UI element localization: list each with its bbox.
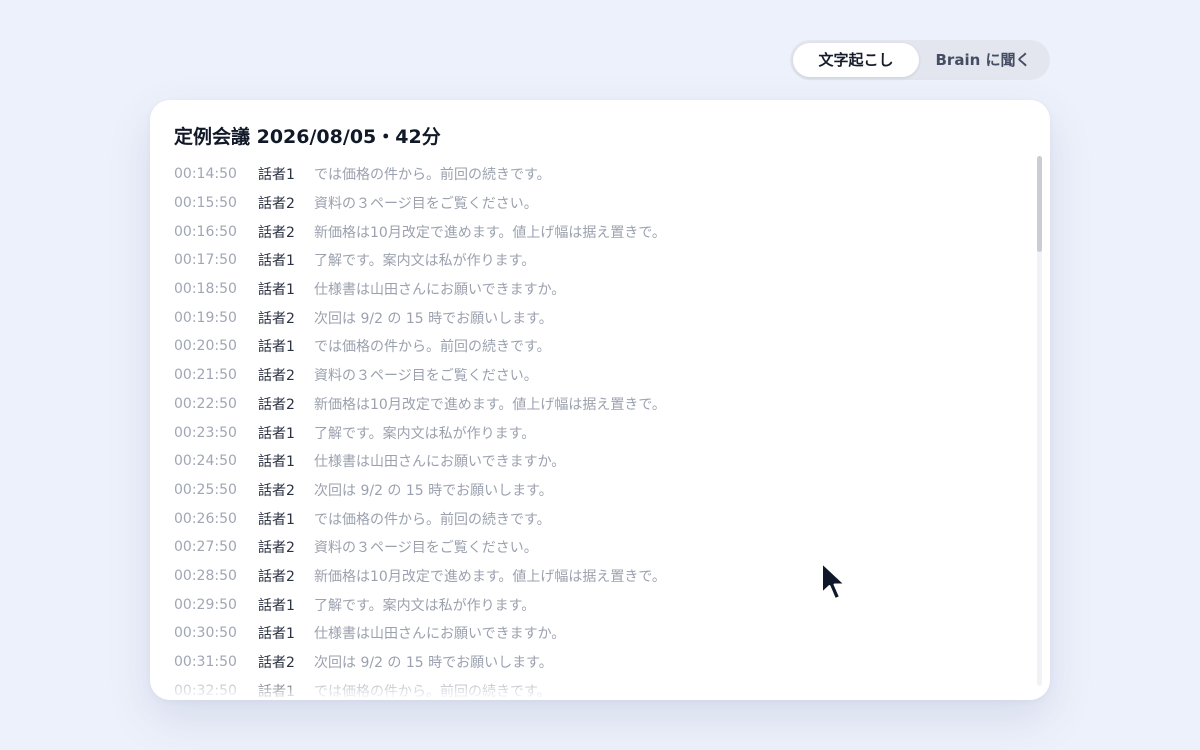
timestamp: 00:31:50 [174, 654, 237, 671]
utterance-text: 次回は 9/2 の 15 時でお願いします。 [314, 482, 553, 499]
timestamp: 00:15:50 [174, 195, 237, 212]
timestamp: 00:14:50 [174, 166, 237, 183]
speaker-label: 話者1 [258, 454, 295, 471]
scrollbar-thumb[interactable] [1037, 156, 1042, 252]
transcript-row: 00:32:50 話者1 では価格の件から。前回の続きです。 [174, 676, 1034, 700]
utterance-text: では価格の件から。前回の続きです。 [314, 339, 551, 356]
utterance-text: では価格の件から。前回の続きです。 [314, 167, 551, 184]
speaker-label: 話者2 [258, 655, 295, 672]
transcript-row: 00:23:50 話者1 了解です。案内文は私が作ります。 [174, 418, 1034, 447]
transcription-tab[interactable]: 文字起こし [793, 43, 919, 77]
speaker-label: 話者1 [258, 683, 295, 700]
timestamp: 00:16:50 [174, 223, 237, 240]
transcript-row: 00:29:50 話者1 了解です。案内文は私が作ります。 [174, 590, 1034, 619]
transcript-row: 00:21:50 話者2 資料の３ページ目をご覧ください。 [174, 361, 1034, 390]
utterance-text: 次回は 9/2 の 15 時でお願いします。 [314, 655, 553, 672]
speaker-label: 話者2 [258, 396, 295, 413]
speaker-label: 話者1 [258, 167, 295, 184]
transcript-row: 00:20:50 話者1 では価格の件から。前回の続きです。 [174, 332, 1034, 361]
utterance-text: 資料の３ページ目をご覧ください。 [314, 540, 538, 557]
timestamp: 00:29:50 [174, 596, 237, 613]
mouse-pointer-icon [821, 562, 846, 600]
transcript-row: 00:27:50 話者2 資料の３ページ目をご覧ください。 [174, 533, 1034, 562]
transcript-row: 00:15:50 話者2 資料の３ページ目をご覧ください。 [174, 189, 1034, 218]
transcript-row: 00:17:50 話者1 了解です。案内文は私が作ります。 [174, 246, 1034, 275]
speaker-label: 話者2 [258, 568, 295, 585]
utterance-text: 了解です。案内文は私が作ります。 [314, 425, 536, 442]
ask-brain-tab[interactable]: Brain に聞く [919, 43, 1047, 77]
transcript-row: 00:19:50 話者2 次回は 9/2 の 15 時でお願いします。 [174, 303, 1034, 332]
transcript-scrollbar[interactable] [1037, 156, 1042, 686]
transcript-row: 00:14:50 話者1 では価格の件から。前回の続きです。 [174, 160, 1034, 189]
timestamp: 00:27:50 [174, 539, 237, 556]
timestamp: 00:32:50 [174, 682, 237, 699]
utterance-text: 資料の３ページ目をご覧ください。 [314, 368, 538, 385]
utterance-text: 仕様書は山田さんにお願いできますか。 [314, 454, 566, 471]
transcript-row: 00:30:50 話者1 仕様書は山田さんにお願いできますか。 [174, 619, 1034, 648]
speaker-label: 話者2 [258, 196, 295, 213]
speaker-label: 話者1 [258, 597, 295, 614]
transcript-row: 00:31:50 話者2 次回は 9/2 の 15 時でお願いします。 [174, 648, 1034, 677]
transcript-row: 00:26:50 話者1 では価格の件から。前回の続きです。 [174, 504, 1034, 533]
view-toggle: 文字起こし Brain に聞く [790, 40, 1050, 80]
utterance-text: 新価格は10月改定で進めます。値上げ幅は据え置きで。 [314, 224, 666, 241]
meeting-title: 定例会議 2026/08/05・42分 [174, 126, 441, 148]
speaker-label: 話者1 [258, 626, 295, 643]
timestamp: 00:28:50 [174, 567, 237, 584]
speaker-label: 話者2 [258, 368, 295, 385]
transcript-row: 00:24:50 話者1 仕様書は山田さんにお願いできますか。 [174, 447, 1034, 476]
timestamp: 00:24:50 [174, 453, 237, 470]
transcript-row: 00:18:50 話者1 仕様書は山田さんにお願いできますか。 [174, 275, 1034, 304]
transcript-row: 00:25:50 話者2 次回は 9/2 の 15 時でお願いします。 [174, 476, 1034, 505]
timestamp: 00:19:50 [174, 309, 237, 326]
utterance-text: では価格の件から。前回の続きです。 [314, 683, 551, 700]
speaker-label: 話者2 [258, 540, 295, 557]
utterance-text: 新価格は10月改定で進めます。値上げ幅は据え置きで。 [314, 568, 666, 585]
timestamp: 00:20:50 [174, 338, 237, 355]
utterance-text: 仕様書は山田さんにお願いできますか。 [314, 282, 566, 299]
utterance-text: では価格の件から。前回の続きです。 [314, 511, 551, 528]
speaker-label: 話者1 [258, 511, 295, 528]
speaker-label: 話者2 [258, 224, 295, 241]
utterance-text: 仕様書は山田さんにお願いできますか。 [314, 626, 566, 643]
speaker-label: 話者1 [258, 282, 295, 299]
transcript-row: 00:16:50 話者2 新価格は10月改定で進めます。値上げ幅は据え置きで。 [174, 217, 1034, 246]
transcript-list: 00:14:50 話者1 では価格の件から。前回の続きです。 00:15:50 話者2 資… [174, 160, 1034, 700]
timestamp: 00:18:50 [174, 281, 237, 298]
speaker-label: 話者1 [258, 339, 295, 356]
timestamp: 00:22:50 [174, 395, 237, 412]
utterance-text: 資料の３ページ目をご覧ください。 [314, 196, 538, 213]
timestamp: 00:21:50 [174, 367, 237, 384]
speaker-label: 話者2 [258, 482, 295, 499]
transcript-card: 定例会議 2026/08/05・42分 00:14:50 話者1 では価格の件から。… [150, 100, 1050, 700]
transcript-panel[interactable]: 00:14:50 話者1 では価格の件から。前回の続きです。 00:15:50 話者2 資… [174, 160, 1034, 700]
timestamp: 00:17:50 [174, 252, 237, 269]
timestamp: 00:25:50 [174, 481, 237, 498]
speaker-label: 話者2 [258, 310, 295, 327]
utterance-text: 了解です。案内文は私が作ります。 [314, 253, 536, 270]
transcript-row: 00:22:50 話者2 新価格は10月改定で進めます。値上げ幅は据え置きで。 [174, 390, 1034, 419]
utterance-text: 新価格は10月改定で進めます。値上げ幅は据え置きで。 [314, 396, 666, 413]
transcript-row: 00:28:50 話者2 新価格は10月改定で進めます。値上げ幅は据え置きで。 [174, 562, 1034, 591]
timestamp: 00:23:50 [174, 424, 237, 441]
timestamp: 00:30:50 [174, 625, 237, 642]
timestamp: 00:26:50 [174, 510, 237, 527]
utterance-text: 次回は 9/2 の 15 時でお願いします。 [314, 310, 553, 327]
speaker-label: 話者1 [258, 425, 295, 442]
speaker-label: 話者1 [258, 253, 295, 270]
utterance-text: 了解です。案内文は私が作ります。 [314, 597, 536, 614]
